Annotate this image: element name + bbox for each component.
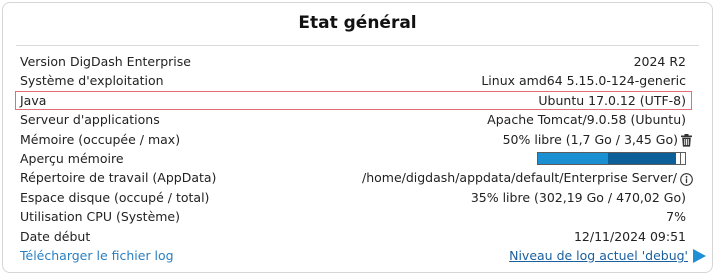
memory-bar-end — [680, 152, 685, 164]
download-log-link[interactable]: Télécharger le fichier log — [20, 246, 174, 265]
row-value: Linux amd64 5.15.0-124-generic — [481, 73, 686, 89]
row-label: Java — [20, 92, 47, 108]
row-label: Date début — [20, 228, 91, 244]
row-value: /home/digdash/appdata/default/Enterprise… — [361, 170, 677, 186]
general-status-panel: Etat général Version DigDash Enterprise … — [2, 2, 713, 273]
panel-title: Etat général — [298, 13, 417, 33]
row-version: Version DigDash Enterprise 2024 R2 — [20, 52, 692, 71]
row-disk: Espace disque (occupé / total) 35% libre… — [20, 188, 692, 207]
row-workdir: Répertoire de travail (AppData) /home/di… — [20, 168, 693, 187]
row-value: 50% libre (1,7 Go / 3,45 Go) — [502, 131, 678, 147]
row-memory: Mémoire (occupée / max) 50% libre (1,7 G… — [20, 130, 692, 149]
info-icon[interactable] — [680, 172, 693, 186]
title-separator — [16, 45, 699, 46]
row-label: Version DigDash Enterprise — [20, 54, 191, 69]
row-label: Aperçu mémoire — [20, 150, 124, 166]
row-value: 35% libre (302,19 Go / 470,02 Go) — [470, 189, 686, 205]
status-rows: Version DigDash Enterprise 2024 R2 Systè… — [15, 52, 706, 265]
memory-free-segment — [538, 152, 608, 164]
row-value: Apache Tomcat/9.0.58 (Ubuntu) — [487, 112, 686, 128]
row-label: Espace disque (occupé / total) — [20, 189, 210, 205]
row-value: Ubuntu 17.0.12 (UTF-8) — [538, 92, 686, 108]
footer-row: Télécharger le fichier log Niveau de log… — [20, 246, 706, 265]
row-label: Mémoire (occupée / max) — [20, 131, 181, 147]
row-java: Java Ubuntu 17.0.12 (UTF-8) — [15, 90, 692, 111]
row-label: Serveur d'applications — [20, 112, 160, 128]
row-value: 12/11/2024 09:51 — [573, 228, 686, 244]
row-label: Utilisation CPU (Système) — [20, 209, 181, 225]
memory-preview-bar — [537, 151, 686, 165]
play-icon[interactable] — [692, 248, 707, 264]
row-app-server: Serveur d'applications Apache Tomcat/9.0… — [20, 110, 692, 129]
row-os: Système d'exploitation Linux amd64 5.15.… — [20, 71, 692, 90]
row-label: Répertoire de travail (AppData) — [20, 170, 217, 186]
row-label: Système d'exploitation — [20, 73, 164, 89]
trash-icon[interactable] — [681, 133, 692, 147]
row-cpu: Utilisation CPU (Système) 7% — [20, 207, 692, 226]
row-value: 2024 R2 — [633, 54, 686, 69]
memory-used-segment — [608, 152, 676, 164]
row-value: 7% — [666, 209, 686, 225]
log-level-link[interactable]: Niveau de log actuel 'debug' — [509, 246, 688, 265]
row-memory-preview: Aperçu mémoire — [20, 149, 692, 168]
row-start-date: Date début 12/11/2024 09:51 — [20, 227, 692, 246]
